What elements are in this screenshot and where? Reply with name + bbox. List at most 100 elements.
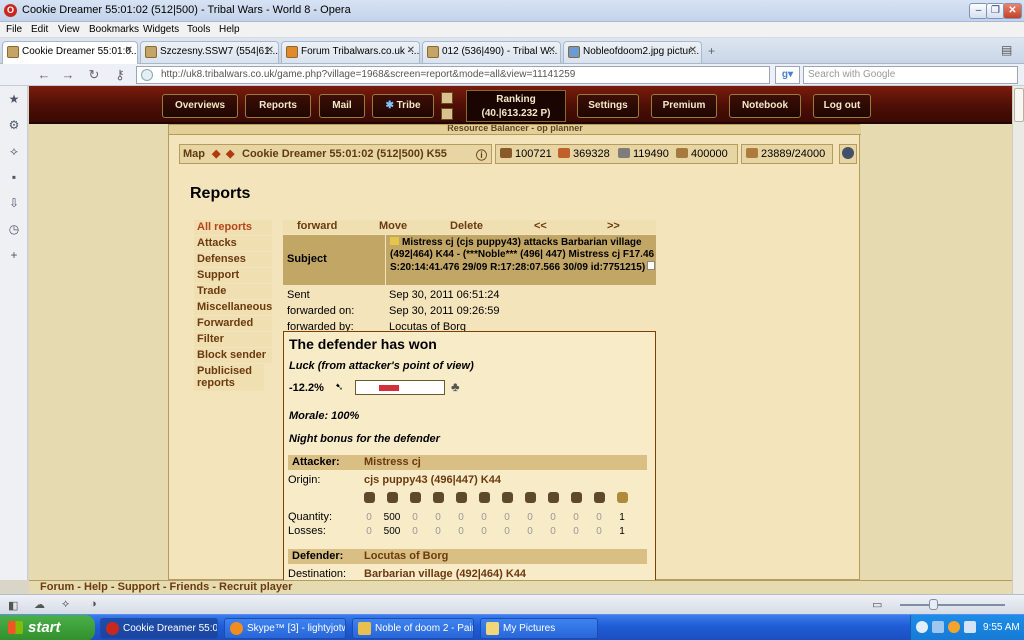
new-tab-plus-icon[interactable]: + [708,44,715,58]
info-icon[interactable]: ⓘ [476,147,487,163]
village-name[interactable]: Cookie Dreamer 55:01:02 (512|500) K55 [242,148,447,160]
menu-block-sender[interactable]: Block sender [194,348,272,364]
menu-defenses[interactable]: Defenses [194,252,272,268]
search-input[interactable]: Search with Google [803,66,1018,84]
tab-szczesny[interactable]: Szczesny.SSW7 (554|61... ✕ [140,41,279,63]
map-link[interactable]: Map [183,148,205,160]
tab-close-icon[interactable]: ✕ [689,45,697,56]
ranking-box[interactable]: Ranking (40.|613.232 P) [466,90,566,122]
menu-attacks[interactable]: Attacks [194,236,272,252]
downloads-icon[interactable]: ⇩ [7,196,21,210]
taskbar-label: Cookie Dreamer 55:0... [123,623,218,634]
next-village-arrow-icon[interactable]: ◆ [226,147,234,160]
close-window-button[interactable]: ✕ [1003,3,1022,19]
notes-icon[interactable]: ▪ [7,170,21,184]
forward-link[interactable]: forward [297,220,337,232]
menu-support[interactable]: Support [194,268,272,284]
key-icon[interactable]: ⚷ [112,67,128,83]
page-scrollbar[interactable] [1012,86,1024,594]
browser-status-bar: ◧ ☁ ⟡ ◑ ▭ [0,594,1024,614]
nav-mail[interactable]: Mail [319,94,365,118]
prev-report-link[interactable]: << [534,220,547,232]
taskbar-paint[interactable]: Noble of doom 2 - Paint [352,618,474,639]
menu-help[interactable]: Help [219,24,240,35]
tab-forum[interactable]: Forum Tribalwars.co.uk -... ✕ [281,41,420,63]
start-button[interactable]: start [0,615,95,640]
nav-notebook[interactable]: Notebook [729,94,801,118]
nav-logout[interactable]: Log out [813,94,871,118]
share-icon[interactable]: ⟡ [7,144,21,158]
menu-miscellaneous[interactable]: Miscellaneous [194,300,272,316]
origin-value[interactable]: cjs puppy43 (496|447) K44 [364,474,501,486]
menu-filter[interactable]: Filter [194,332,272,348]
clock[interactable]: 9:55 AM [983,622,1020,633]
tab-close-icon[interactable]: ✕ [125,45,133,56]
tab-close-icon[interactable]: ✕ [407,45,415,56]
scrollbar-thumb[interactable] [1014,88,1024,122]
destination-value[interactable]: Barbarian village (492|464) K44 [364,568,526,580]
tray-icon-1[interactable] [916,621,928,633]
tribe-mail-icon[interactable] [441,108,453,120]
address-field[interactable]: http://uk8.tribalwars.co.uk/game.php?vil… [136,66,770,84]
menu-bookmarks[interactable]: Bookmarks [89,24,139,35]
resource-balancer-link[interactable]: Resource Balancer - op planner [169,125,861,135]
menu-trade[interactable]: Trade [194,284,272,300]
zoom-slider-thumb[interactable] [929,599,938,610]
search-engine-google-icon[interactable]: g▾ [775,66,800,84]
turbo-icon[interactable]: ◑ [90,598,97,610]
menu-widgets[interactable]: Widgets [143,24,179,35]
footer-links[interactable]: Forum - Help - Support - Friends - Recru… [40,581,292,593]
tray-icon-3[interactable] [948,621,960,633]
menu-file[interactable]: File [6,24,22,35]
tray-icon-4[interactable] [964,621,976,633]
add-panel-plus-icon[interactable]: + [7,248,21,262]
tribe-forum-icon[interactable] [441,92,453,104]
tab-menu-icon[interactable]: ▤ [1001,43,1012,57]
nav-tribe[interactable]: ✱ Tribe [372,94,434,118]
opera-unite-cloud-icon[interactable]: ☁ [34,598,45,611]
tab-nobleofdoom[interactable]: Nobleofdoom2.jpg pictur... ✕ [563,41,702,63]
tab-close-icon[interactable]: ✕ [548,45,556,56]
defender-name[interactable]: Locutas of Borg [364,550,448,562]
prev-village-arrow-icon[interactable]: ◆ [212,147,220,160]
opera-link-icon[interactable]: ⟡ [62,598,69,611]
menu-all-reports[interactable]: All reports [194,220,272,236]
back-arrow-icon[interactable]: ← [36,67,52,82]
delete-link[interactable]: Delete [450,220,483,232]
nav-overviews[interactable]: Overviews [162,94,238,118]
tab-close-icon[interactable]: ✕ [266,45,274,56]
forward-arrow-icon[interactable]: → [60,67,76,82]
menu-view[interactable]: View [58,24,80,35]
menu-tools[interactable]: Tools [187,24,210,35]
tab-012[interactable]: 012 (536|490) - Tribal W... ✕ [422,41,561,63]
widgets-gear-icon[interactable]: ⚙ [7,118,21,132]
taskbar-my-pictures[interactable]: My Pictures [480,618,598,639]
tab-cookie-dreamer[interactable]: Cookie Dreamer 55:01:0... ✕ [2,41,138,64]
nav-reports[interactable]: Reports [245,94,311,118]
tray-icon-2[interactable] [932,621,944,633]
attacker-name[interactable]: Mistress cj [364,456,421,468]
menu-edit[interactable]: Edit [31,24,48,35]
move-link[interactable]: Move [379,220,407,232]
losses-sword: 500 [383,526,401,537]
nav-premium[interactable]: Premium [651,94,717,118]
history-clock-icon[interactable]: ◷ [7,222,21,236]
bookmarks-star-icon[interactable]: ★ [7,92,21,106]
edit-subject-icon[interactable] [647,261,656,270]
storage-amount: 400000 [691,148,728,160]
next-report-link[interactable]: >> [607,220,620,232]
taskbar-opera[interactable]: Cookie Dreamer 55:0... [100,618,218,639]
panel-toggle-icon[interactable]: ◧ [8,599,18,612]
menu-publicised-reports[interactable]: Publicised reports [194,364,264,392]
taskbar-skype[interactable]: Skype™ [3] - lightyjotw [224,618,346,639]
reload-icon[interactable]: ↻ [86,67,102,83]
ranking-label: Ranking [496,94,536,105]
losses-label: Losses: [288,525,326,537]
view-icon[interactable]: ▭ [872,598,882,611]
nav-settings[interactable]: Settings [577,94,639,118]
zoom-slider[interactable] [900,604,1005,606]
unit-icons-row [360,492,650,506]
flag-box[interactable] [839,144,857,164]
menu-forwarded[interactable]: Forwarded [194,316,272,332]
night-bonus: Night bonus for the defender [289,433,440,445]
